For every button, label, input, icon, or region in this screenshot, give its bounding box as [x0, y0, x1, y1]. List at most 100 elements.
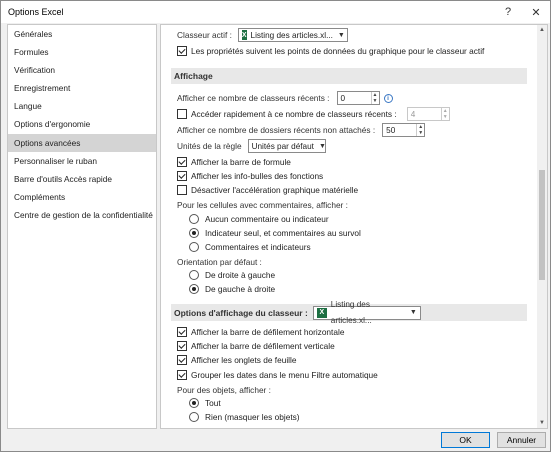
vscroll-checkbox[interactable] — [177, 341, 187, 351]
display-section-header: Affichage — [171, 68, 527, 84]
options-scroll-area: Classeur actif : X Listing des articles.… — [161, 25, 537, 428]
stepper-arrows-icon[interactable]: ▲ ▼ — [370, 92, 379, 104]
direction-rtl-radio[interactable] — [189, 270, 199, 280]
stepper-arrows-icon[interactable]: ▲ ▼ — [416, 124, 424, 136]
disable-hw-accel-row[interactable]: Désactiver l'accélération graphique maté… — [177, 183, 358, 197]
direction-option-rtl[interactable]: De droite à gauche — [189, 268, 275, 282]
title-bar: Options Excel ? ✕ — [1, 1, 550, 23]
sidebar-item-ergonomie[interactable]: Options d'ergonomie — [8, 115, 156, 133]
workbook-display-header-label: Options d'affichage du classeur : — [174, 307, 308, 318]
quick-access-row: Accéder rapidement à ce nombre de classe… — [177, 107, 450, 121]
properties-follow-row[interactable]: Les propriétés suivent les points de don… — [177, 44, 484, 58]
vscroll-label: Afficher la barre de défilement vertical… — [191, 341, 335, 351]
group-dates-row[interactable]: Grouper les dates dans le menu Filtre au… — [177, 368, 378, 382]
group-dates-label: Grouper les dates dans le menu Filtre au… — [191, 370, 378, 380]
comments-option-all[interactable]: Commentaires et indicateurs — [189, 240, 311, 254]
sheet-tabs-checkbox[interactable] — [177, 355, 187, 365]
sheet-tabs-row[interactable]: Afficher les onglets de feuille — [177, 353, 296, 367]
ruler-units-dropdown[interactable]: Unités par défaut ▼ — [247, 139, 326, 153]
recent-workbooks-stepper[interactable]: 0 ▲ ▼ — [336, 91, 380, 105]
active-workbook-value: Listing des articles.xl... — [250, 30, 333, 40]
direction-rtl-label: De droite à gauche — [205, 270, 276, 280]
objects-option-none[interactable]: Rien (masquer les objets) — [189, 410, 300, 424]
objects-label: Pour des objets, afficher : — [177, 385, 271, 395]
sidebar-item-complements[interactable]: Compléments — [8, 188, 156, 206]
formula-bar-label: Afficher la barre de formule — [191, 157, 291, 167]
formula-bar-checkbox[interactable] — [177, 157, 187, 167]
advanced-options-panel: Classeur actif : X Listing des articles.… — [160, 24, 548, 429]
sidebar-item-barre-acces-rapide[interactable]: Barre d'outils Accès rapide — [8, 170, 156, 188]
direction-ltr-radio[interactable] — [189, 284, 199, 294]
recent-folders-label: Afficher ce nombre de dossiers récents n… — [177, 125, 376, 135]
sidebar-item-options-avancees[interactable]: Options avancées — [8, 133, 156, 152]
function-tooltips-label: Afficher les info-bulles des fonctions — [191, 171, 324, 181]
ruler-units-row: Unités de la règle Unités par défaut ▼ — [177, 139, 326, 153]
chevron-down-icon: ▼ — [318, 142, 326, 150]
ok-button[interactable]: OK — [441, 432, 490, 448]
comments-indicator-label: Indicateur seul, et commentaires au surv… — [205, 228, 361, 238]
recent-workbooks-label: Afficher ce nombre de classeurs récents … — [177, 93, 330, 103]
group-dates-checkbox[interactable] — [177, 370, 187, 380]
cancel-button[interactable]: Annuler — [497, 432, 546, 448]
comments-none-radio[interactable] — [189, 214, 199, 224]
comments-label: Pour les cellules avec commentaires, aff… — [177, 200, 348, 210]
vscroll-row[interactable]: Afficher la barre de défilement vertical… — [177, 339, 335, 353]
workbook-display-value: Listing des articles.xl... — [330, 299, 372, 325]
active-workbook-dropdown[interactable]: X Listing des articles.xl... ▼ — [237, 28, 348, 42]
direction-label-row: Orientation par défaut : — [177, 255, 262, 269]
disable-hw-accel-checkbox[interactable] — [177, 185, 187, 195]
comments-none-label: Aucun commentaire ou indicateur — [205, 214, 329, 224]
objects-none-radio[interactable] — [189, 412, 199, 422]
sidebar-item-langue[interactable]: Langue — [8, 97, 156, 115]
recent-folders-stepper[interactable]: 50 ▲ ▼ — [382, 123, 426, 137]
options-category-list: Générales Formules Vérification Enregist… — [7, 24, 157, 429]
help-button[interactable]: ? — [499, 3, 517, 21]
comments-indicator-radio[interactable] — [189, 228, 199, 238]
function-tooltips-row[interactable]: Afficher les info-bulles des fonctions — [177, 169, 323, 183]
sidebar-item-confidentialite[interactable]: Centre de gestion de la confidentialité — [8, 206, 156, 224]
properties-follow-checkbox[interactable] — [177, 46, 187, 56]
sidebar-item-generales[interactable]: Générales — [8, 25, 156, 43]
function-tooltips-checkbox[interactable] — [177, 171, 187, 181]
hscroll-label: Afficher la barre de défilement horizont… — [191, 327, 345, 337]
ruler-units-label: Unités de la règle — [177, 141, 242, 151]
quick-access-label: Accéder rapidement à ce nombre de classe… — [191, 109, 397, 119]
excel-file-icon: X — [316, 307, 327, 318]
workbook-display-section-header: Options d'affichage du classeur : X List… — [171, 300, 527, 325]
comments-label-row: Pour les cellules avec commentaires, aff… — [177, 198, 348, 212]
sidebar-item-enregistrement[interactable]: Enregistrement — [8, 79, 156, 97]
dialog-title: Options Excel — [8, 7, 64, 17]
comments-option-indicator[interactable]: Indicateur seul, et commentaires au surv… — [189, 226, 361, 240]
sidebar-item-personnaliser-ruban[interactable]: Personnaliser le ruban — [8, 152, 156, 170]
workbook-display-dropdown[interactable]: X Listing des articles.xl... ▼ — [312, 300, 421, 325]
sidebar-item-formules[interactable]: Formules — [8, 43, 156, 61]
scroll-up-icon[interactable]: ▲ — [537, 25, 547, 35]
scroll-down-icon[interactable]: ▼ — [537, 418, 547, 428]
recent-folders-row: Afficher ce nombre de dossiers récents n… — [177, 123, 426, 137]
scrollbar-thumb[interactable] — [539, 170, 545, 280]
quick-access-checkbox[interactable] — [177, 109, 187, 119]
chevron-down-icon: ▼ — [337, 31, 345, 39]
active-workbook-label: Classeur actif : — [177, 30, 232, 40]
hscroll-checkbox[interactable] — [177, 327, 187, 337]
formula-bar-row[interactable]: Afficher la barre de formule — [177, 155, 291, 169]
objects-option-all[interactable]: Tout — [189, 396, 221, 410]
sidebar-item-verification[interactable]: Vérification — [8, 61, 156, 79]
hscroll-row[interactable]: Afficher la barre de défilement horizont… — [177, 325, 344, 339]
chevron-down-icon: ▼ — [409, 308, 417, 316]
quick-access-stepper[interactable]: 4 ▲ ▼ — [406, 107, 450, 121]
direction-option-ltr[interactable]: De gauche à droite — [189, 282, 275, 296]
comments-option-none[interactable]: Aucun commentaire ou indicateur — [189, 212, 329, 226]
direction-label: Orientation par défaut : — [177, 257, 262, 267]
info-icon[interactable]: i — [383, 93, 393, 103]
comments-all-radio[interactable] — [189, 242, 199, 252]
recent-workbooks-value: 0 — [340, 93, 346, 103]
recent-workbooks-row: Afficher ce nombre de classeurs récents … — [177, 91, 393, 105]
vertical-scrollbar[interactable]: ▲ ▼ — [537, 25, 547, 428]
close-button[interactable]: ✕ — [527, 3, 545, 21]
excel-file-icon: X — [241, 30, 247, 40]
direction-ltr-label: De gauche à droite — [205, 284, 276, 294]
disable-hw-accel-label: Désactiver l'accélération graphique maté… — [191, 185, 359, 195]
stepper-arrows-icon[interactable]: ▲ ▼ — [440, 108, 449, 120]
objects-all-radio[interactable] — [189, 398, 199, 408]
